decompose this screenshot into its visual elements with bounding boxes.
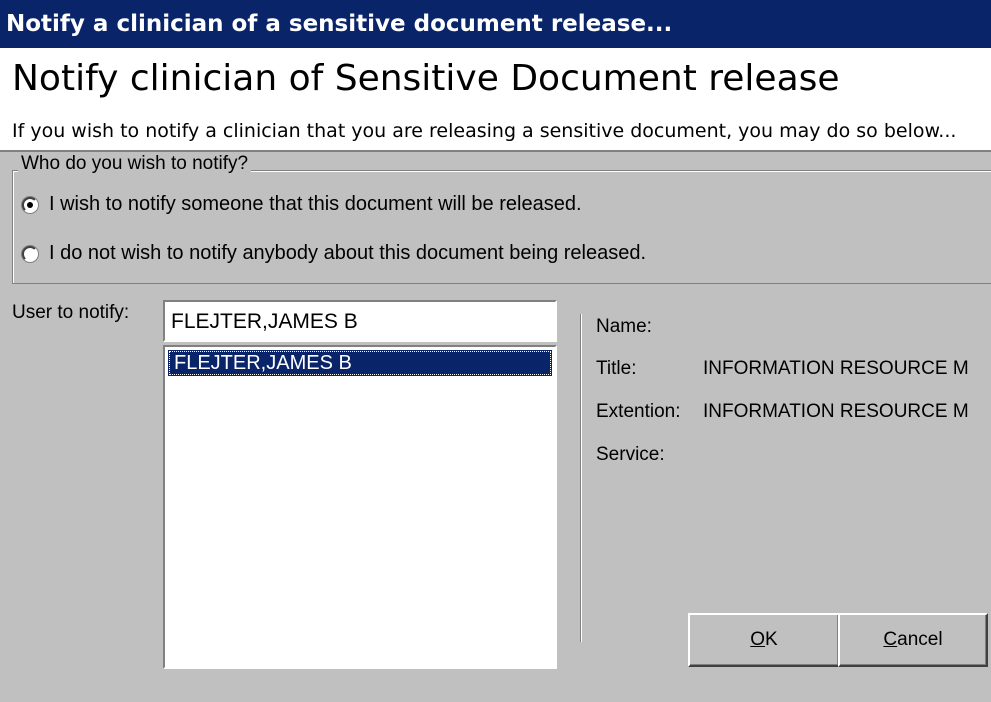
user-to-notify-label: User to notify: — [12, 302, 130, 323]
vertical-divider — [580, 314, 582, 642]
radio-notify-someone-label: I wish to notify someone that this docum… — [49, 193, 582, 215]
cancel-button-label: ancel — [897, 629, 943, 650]
cancel-button[interactable]: Cancel — [838, 613, 988, 667]
page-title: Notify clinician of Sensitive Document r… — [12, 58, 840, 99]
title-value: INFORMATION RESOURCE M — [703, 358, 969, 379]
radio-notify-someone[interactable]: I wish to notify someone that this docum… — [22, 193, 582, 216]
header-panel: Notify clinician of Sensitive Document r… — [0, 48, 991, 152]
user-search-input[interactable]: FLEJTER,JAMES B — [163, 300, 557, 342]
radio-notify-someone-indicator[interactable] — [22, 196, 38, 213]
page-description: If you wish to notify a clinician that y… — [12, 120, 957, 142]
ok-button-accel: O — [750, 629, 766, 650]
radio-notify-nobody-indicator[interactable] — [22, 245, 38, 262]
name-label: Name: — [596, 316, 652, 337]
service-label: Service: — [596, 444, 665, 465]
title-label: Title: — [596, 358, 637, 379]
extension-label: Extention: — [596, 401, 681, 422]
notify-group-legend: Who do you wish to notify? — [18, 153, 252, 175]
radio-notify-nobody[interactable]: I do not wish to notify anybody about th… — [22, 242, 646, 265]
extension-value: INFORMATION RESOURCE M — [703, 401, 969, 422]
notify-groupbox — [12, 170, 991, 284]
ok-button[interactable]: OK — [688, 613, 840, 667]
list-item[interactable]: FLEJTER,JAMES B — [168, 350, 552, 376]
user-listbox[interactable]: FLEJTER,JAMES B — [163, 345, 557, 669]
radio-notify-nobody-label: I do not wish to notify anybody about th… — [49, 242, 647, 264]
window-title-bar[interactable]: Notify a clinician of a sensitive docume… — [0, 0, 991, 48]
ok-button-label: K — [765, 629, 778, 650]
window-title: Notify a clinician of a sensitive docume… — [6, 11, 673, 37]
cancel-button-accel: C — [883, 629, 898, 650]
